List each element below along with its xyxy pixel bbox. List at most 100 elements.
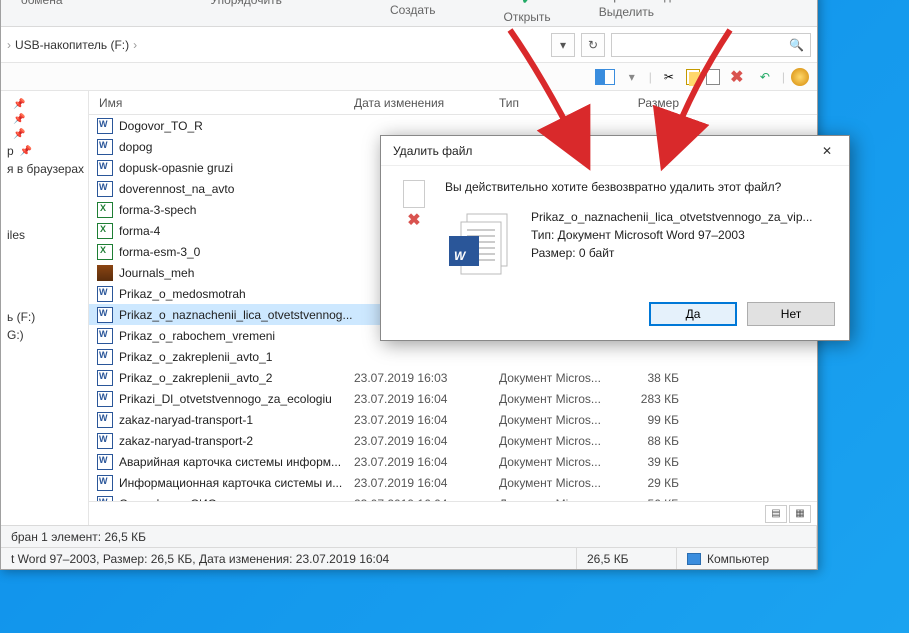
dialog-body: ✖ Вы действительно хотите безвозвратно у… xyxy=(381,166,849,292)
status-size: 26,5 КБ xyxy=(577,548,677,569)
file-name: zakaz-naryad-transport-1 xyxy=(119,413,253,427)
file-row[interactable]: Аварийная карточка системы информ... 23.0… xyxy=(89,451,817,472)
file-name: Информационная карточка системы и... xyxy=(119,476,342,490)
file-type: Документ Micros... xyxy=(499,413,609,427)
file-date: 23.07.2019 16:04 xyxy=(354,455,499,469)
word-file-icon xyxy=(97,433,113,449)
file-row[interactable]: zakaz-naryad-transport-2 23.07.2019 16:04… xyxy=(89,430,817,451)
file-row[interactable]: Информационная карточка системы и...23.0… xyxy=(89,472,817,493)
search-box[interactable]: 🔍 xyxy=(611,33,811,57)
close-button[interactable]: ✕ xyxy=(813,140,841,162)
ribbon-group-open: ✔ Открыть xyxy=(490,0,565,24)
chevron-right-icon: › xyxy=(7,38,11,52)
pin-icon: 📌 xyxy=(13,114,25,125)
sidebar-item[interactable]: 📌 xyxy=(5,112,84,127)
ribbon-label: Упорядочить xyxy=(211,0,282,7)
no-button[interactable]: Нет xyxy=(747,302,835,326)
file-icon xyxy=(403,180,425,208)
sidebar-item[interactable]: 📌 xyxy=(5,97,84,112)
file-row[interactable]: Prikaz_o_zakreplenii_avto_1 xyxy=(89,346,817,367)
file-name: Prikaz_o_medosmotrah xyxy=(119,287,246,301)
column-name[interactable]: Имя xyxy=(89,96,354,110)
column-size[interactable]: Размер xyxy=(609,96,689,110)
column-date[interactable]: Дата изменения xyxy=(354,96,499,110)
file-name: Prikaz_o_naznachenii_lica_otvetstvennog.… xyxy=(119,308,352,322)
rar-file-icon xyxy=(97,265,113,281)
file-row[interactable]: Prikazi_Dl_otvetstvennogo_za_ecologiu23.… xyxy=(89,388,817,409)
excel-file-icon xyxy=(97,223,113,239)
status-selection: бран 1 элемент: 26,5 КБ xyxy=(1,526,817,547)
sidebar-item-label: iles xyxy=(7,228,25,242)
file-size: 38 КБ xyxy=(609,371,689,385)
chevron-down-icon[interactable]: ▾ xyxy=(621,66,643,88)
word-file-icon xyxy=(97,496,113,502)
view-large-icons-button[interactable]: ▦ xyxy=(789,505,811,523)
file-date: 23.07.2019 16:04 xyxy=(354,434,499,448)
file-name: dopog xyxy=(119,140,152,154)
secondary-toolbar: ▾ | ✂ ✖ ↶ | xyxy=(1,63,817,91)
file-row[interactable]: Сертификат СИО23.07.2019 16:04Документ M… xyxy=(89,493,817,501)
view-details-button[interactable]: ▤ xyxy=(765,505,787,523)
status-bar-1: бран 1 элемент: 26,5 КБ xyxy=(1,525,817,547)
delete-file-dialog: Удалить файл ✕ ✖ Вы действительно хотите… xyxy=(380,135,850,341)
ribbon-group-organize: Упорядочить xyxy=(197,0,296,7)
undo-icon[interactable]: ↶ xyxy=(754,66,776,88)
word-document-icon: W xyxy=(445,208,517,280)
breadcrumb[interactable]: › USB-накопитель (F:) › xyxy=(7,38,137,52)
view-switcher: ▤ ▦ xyxy=(89,501,817,525)
dialog-filetype: Тип: Документ Microsoft Word 97–2003 xyxy=(531,226,813,244)
file-name: Аварийная карточка системы информ... xyxy=(119,455,341,469)
file-name: forma-4 xyxy=(119,224,160,238)
file-row[interactable]: Dogovor_TO_R xyxy=(89,115,817,136)
paste-icon[interactable] xyxy=(706,69,720,85)
refresh-button[interactable]: ↻ xyxy=(581,33,605,57)
sidebar-item[interactable]: 📌 xyxy=(5,127,84,142)
file-name: Prikazi_Dl_otvetstvennogo_za_ecologiu xyxy=(119,392,332,406)
column-headers: Имя Дата изменения Тип Размер xyxy=(89,91,817,115)
file-name: Prikaz_o_zakreplenii_avto_1 xyxy=(119,350,272,364)
sidebar-item[interactable]: р📌 xyxy=(5,142,84,160)
sidebar-item[interactable]: я в браузерах xyxy=(5,160,84,178)
cut-icon[interactable]: ✂ xyxy=(658,66,680,88)
ribbon-group-create: папка Создать xyxy=(376,0,450,17)
ribbon-group-clipboard: обмена xyxy=(7,0,77,7)
copy-icon[interactable] xyxy=(686,69,700,85)
word-file-icon xyxy=(97,391,113,407)
word-file-icon xyxy=(97,181,113,197)
sidebar-item[interactable]: iles xyxy=(5,226,84,244)
file-date: 23.07.2019 16:04 xyxy=(354,413,499,427)
ribbon-label: Создать xyxy=(390,3,436,17)
view-panels-icon[interactable] xyxy=(595,69,615,85)
delete-x-icon: ✖ xyxy=(407,210,420,230)
chevron-down-icon: ▾ xyxy=(560,38,566,52)
delete-icon[interactable]: ✖ xyxy=(726,66,748,88)
file-type: Документ Micros... xyxy=(499,371,609,385)
column-type[interactable]: Тип xyxy=(499,96,609,110)
file-name: doverennost_na_avto xyxy=(119,182,234,196)
file-type: Документ Micros... xyxy=(499,455,609,469)
search-input[interactable] xyxy=(618,38,789,52)
sidebar-item[interactable]: G:) xyxy=(5,326,84,344)
file-row[interactable]: Prikaz_o_zakreplenii_avto_223.07.2019 16… xyxy=(89,367,817,388)
file-row[interactable]: zakaz-naryad-transport-1 23.07.2019 16:04… xyxy=(89,409,817,430)
word-file-icon xyxy=(97,412,113,428)
word-file-icon xyxy=(97,307,113,323)
file-size: 283 КБ xyxy=(609,392,689,406)
file-type: Документ Micros... xyxy=(499,476,609,490)
word-file-icon xyxy=(97,349,113,365)
dialog-titlebar: Удалить файл ✕ xyxy=(381,136,849,166)
properties-icon[interactable] xyxy=(791,68,809,86)
sidebar-item[interactable]: ь (F:) xyxy=(5,308,84,326)
breadcrumb-item[interactable]: USB-накопитель (F:) xyxy=(15,38,129,52)
dialog-warning-icon-area: ✖ xyxy=(399,180,429,280)
dialog-question: Вы действительно хотите безвозвратно уда… xyxy=(445,180,831,194)
open-icon[interactable]: ✔ xyxy=(521,0,533,8)
word-file-icon xyxy=(97,454,113,470)
history-dropdown[interactable]: ▾ xyxy=(551,33,575,57)
file-name: forma-esm-3_0 xyxy=(119,245,200,259)
address-bar: › USB-накопитель (F:) › ▾ ↻ 🔍 xyxy=(1,27,817,63)
file-name: zakaz-naryad-transport-2 xyxy=(119,434,253,448)
dialog-buttons: Да Нет xyxy=(381,292,849,340)
svg-text:W: W xyxy=(454,249,467,263)
yes-button[interactable]: Да xyxy=(649,302,737,326)
